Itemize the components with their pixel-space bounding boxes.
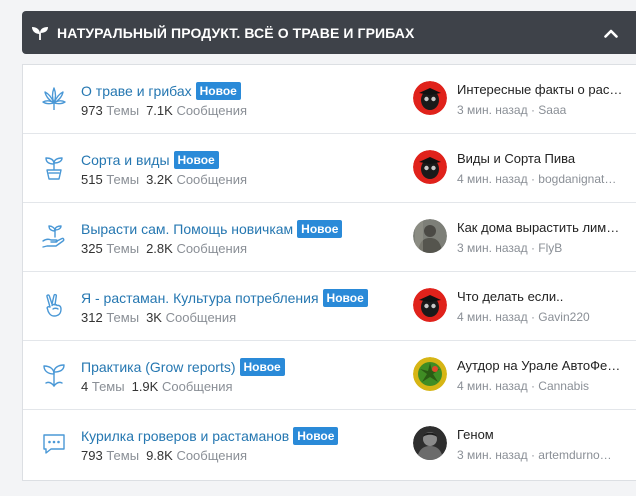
chevron-up-icon[interactable]: [602, 24, 620, 42]
messages-count: 7.1K: [146, 103, 173, 118]
new-badge: Новое: [322, 289, 368, 307]
last-post-meta: 3 мин. назад · artemdurno…: [457, 448, 636, 462]
chat-bubble-icon: [43, 434, 65, 454]
messages-count: 2.8K: [146, 241, 173, 256]
last-post-user[interactable]: bogdanignat…: [538, 172, 616, 186]
messages-label: Сообщения: [165, 310, 237, 325]
node-stats: 325 Темы 2.8K Сообщения: [81, 241, 247, 256]
last-post-title[interactable]: Интересные факты о рас…: [457, 82, 636, 97]
meta-separator: ·: [530, 448, 535, 462]
threads-count: 515: [81, 172, 103, 187]
forum-node: Практика (Grow reports) Новое 4 Темы 1.9K…: [23, 341, 636, 410]
category-title[interactable]: НАТУРАЛЬНЫЙ ПРОДУКТ. ВСЁ О ТРАВЕ И ГРИБА…: [57, 25, 414, 41]
threads-label: Темы: [106, 241, 140, 256]
threads-count: 793: [81, 448, 103, 463]
last-post-time: 3 мин. назад: [457, 448, 528, 462]
node-stats: 312 Темы 3K Сообщения: [81, 310, 236, 325]
hand-sprout-icon: [42, 225, 65, 248]
threads-count: 973: [81, 103, 103, 118]
last-post-time: 3 мин. назад: [457, 241, 528, 255]
last-post-user[interactable]: Gavin220: [538, 310, 589, 324]
messages-count: 3K: [146, 310, 162, 325]
threads-label: Темы: [106, 103, 140, 118]
potted-sprout-icon: [45, 157, 63, 180]
threads-label: Темы: [106, 448, 140, 463]
avatar[interactable]: [413, 288, 447, 322]
messages-count: 3.2K: [146, 172, 173, 187]
peace-hand-icon: [46, 293, 62, 317]
avatar[interactable]: [413, 426, 447, 460]
last-post-user[interactable]: FlyB: [538, 241, 562, 255]
node-stats: 4 Темы 1.9K Сообщения: [81, 379, 233, 394]
seedling-icon: [43, 364, 65, 387]
new-badge: Новое: [297, 220, 343, 238]
meta-separator: ·: [530, 241, 535, 255]
forum-node: Вырасти сам. Помощь новичкам Новое 325 Т…: [23, 203, 636, 272]
last-post-user[interactable]: artemdurno…: [538, 448, 611, 462]
last-post-time: 4 мин. назад: [457, 172, 528, 186]
threads-label: Темы: [91, 379, 125, 394]
forum-node: Я - растаман. Культура потребления Новое…: [23, 272, 636, 341]
new-badge: Новое: [195, 82, 241, 100]
threads-count: 4: [81, 379, 89, 394]
last-post-meta: 3 мин. назад · FlyB: [457, 241, 636, 255]
last-post-meta: 4 мин. назад · bogdanignat…: [457, 172, 636, 186]
last-post-title[interactable]: Виды и Сорта Пива: [457, 151, 636, 166]
cannabis-leaf-icon: [42, 87, 66, 110]
node-stats: 793 Темы 9.8K Сообщения: [81, 448, 247, 463]
messages-label: Сообщения: [176, 172, 247, 187]
new-badge: Новое: [239, 358, 285, 376]
threads-label: Темы: [106, 310, 140, 325]
last-post-time: 4 мин. назад: [457, 310, 528, 324]
node-stats: 973 Темы 7.1K Сообщения: [81, 103, 247, 118]
messages-label: Сообщения: [176, 448, 247, 463]
meta-separator: ·: [530, 379, 535, 393]
node-title-link[interactable]: Я - растаман. Культура потребления: [81, 290, 319, 306]
last-post-title[interactable]: Аутдор на Урале АвтоФе…: [457, 358, 636, 373]
avatar[interactable]: [413, 219, 447, 253]
last-post-time: 3 мин. назад: [457, 103, 528, 117]
messages-label: Сообщения: [161, 379, 233, 394]
forum-node: О траве и грибах Новое 973 Темы 7.1K Сооб…: [23, 65, 636, 134]
last-post-title[interactable]: Что делать если..: [457, 289, 636, 304]
new-badge: Новое: [293, 427, 339, 445]
forum-node: Сорта и виды Новое 515 Темы 3.2K Сообщени…: [23, 134, 636, 203]
category-header[interactable]: НАТУРАЛЬНЫЙ ПРОДУКТ. ВСЁ О ТРАВЕ И ГРИБА…: [22, 11, 636, 54]
threads-label: Темы: [106, 172, 140, 187]
last-post-meta: 4 мин. назад · Gavin220: [457, 310, 636, 324]
threads-count: 312: [81, 310, 103, 325]
meta-separator: ·: [530, 172, 535, 186]
node-stats: 515 Темы 3.2K Сообщения: [81, 172, 247, 187]
last-post-user[interactable]: Saaa: [538, 103, 566, 117]
last-post-meta: 3 мин. назад · Saaa: [457, 103, 636, 117]
node-title-link[interactable]: Практика (Grow reports): [81, 359, 236, 375]
forum-node: Курилка гроверов и растаманов Новое 793 …: [23, 410, 636, 479]
node-title-link[interactable]: О траве и грибах: [81, 83, 192, 99]
last-post-title[interactable]: Геном: [457, 427, 636, 442]
new-badge: Новое: [173, 151, 219, 169]
last-post-time: 4 мин. назад: [457, 379, 528, 393]
node-title-link[interactable]: Курилка гроверов и растаманов: [81, 428, 289, 444]
avatar[interactable]: [413, 81, 447, 115]
meta-separator: ·: [530, 310, 535, 324]
node-title-link[interactable]: Вырасти сам. Помощь новичкам: [81, 221, 293, 237]
avatar[interactable]: [413, 357, 447, 391]
node-title-link[interactable]: Сорта и виды: [81, 152, 170, 168]
messages-label: Сообщения: [176, 241, 247, 256]
avatar[interactable]: [413, 150, 447, 184]
node-list: О траве и грибах Новое 973 Темы 7.1K Сооб…: [22, 64, 636, 481]
last-post-user[interactable]: Cannabis: [538, 379, 589, 393]
threads-count: 325: [81, 241, 103, 256]
messages-label: Сообщения: [176, 103, 247, 118]
last-post-title[interactable]: Как дома вырастить лим…: [457, 220, 636, 235]
meta-separator: ·: [530, 103, 535, 117]
messages-count: 9.8K: [146, 448, 173, 463]
messages-count: 1.9K: [131, 379, 159, 394]
last-post-meta: 4 мин. назад · Cannabis: [457, 379, 636, 393]
sprout-icon: [31, 24, 49, 42]
